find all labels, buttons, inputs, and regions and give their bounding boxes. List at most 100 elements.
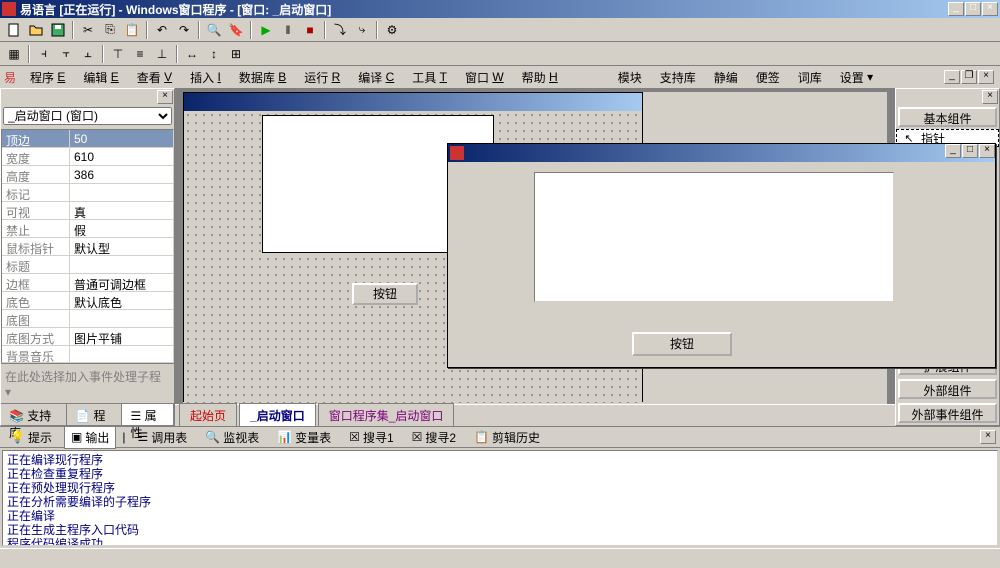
property-value[interactable]: 真 (70, 202, 173, 219)
align-middle-button[interactable]: ≡ (130, 44, 150, 64)
menu-window[interactable]: 窗口 W (457, 67, 512, 88)
property-value[interactable]: 386 (70, 166, 173, 183)
mdi-minimize-button[interactable]: _ (944, 70, 960, 84)
property-row[interactable]: 边框普通可调边框 (2, 274, 173, 292)
property-value[interactable]: 普通可调边框 (70, 274, 173, 291)
output-tab-search1[interactable]: ☒ 搜寻1 (343, 427, 399, 448)
button-control[interactable]: 按钮 (352, 283, 418, 305)
output-tab-watch[interactable]: 🔍 监视表 (199, 427, 265, 448)
menu-notes[interactable]: 便签 (748, 67, 788, 88)
panel-close-button[interactable]: × (157, 90, 173, 104)
running-app-window[interactable]: _ □ × 按钮 (447, 143, 996, 368)
output-console[interactable]: 正在编译现行程序正在检查重复程序正在预处理现行程序正在分析需要编译的子程序正在编… (2, 450, 998, 546)
align-bottom-button[interactable]: ⊥ (152, 44, 172, 64)
property-row[interactable]: 顶边50 (2, 130, 173, 148)
property-row[interactable]: 高度386 (2, 166, 173, 184)
menu-program[interactable]: 程序 E (22, 67, 73, 88)
tab-start-page[interactable]: 起始页 (179, 403, 237, 426)
property-grid[interactable]: 顶边50宽度610高度386标记可视真禁止假鼠标指针默认型标题边框普通可调边框底… (1, 129, 174, 363)
event-hint[interactable]: 在此处选择加入事件处理子程 ▾ (1, 363, 174, 403)
close-button[interactable]: × (982, 2, 998, 16)
property-row[interactable]: 禁止假 (2, 220, 173, 238)
running-titlebar[interactable]: _ □ × (448, 144, 995, 162)
align-center-button[interactable]: ⫟ (56, 44, 76, 64)
property-row[interactable]: 背景音乐 (2, 346, 173, 363)
grid-toggle-button[interactable]: ▦ (4, 44, 24, 64)
output-close-button[interactable]: × (980, 430, 996, 444)
property-row[interactable]: 可视真 (2, 202, 173, 220)
menu-tools[interactable]: 工具 T (404, 67, 455, 88)
property-value[interactable] (70, 256, 173, 273)
menu-insert[interactable]: 插入 I (182, 67, 229, 88)
property-row[interactable]: 宽度610 (2, 148, 173, 166)
property-value[interactable] (70, 346, 173, 363)
property-row[interactable]: 鼠标指针默认型 (2, 238, 173, 256)
open-button[interactable] (26, 20, 46, 40)
tab-support-lib[interactable]: 📚 支持库 (1, 404, 67, 425)
output-tab-output[interactable]: ▣ 输出 (64, 426, 116, 449)
same-size-button[interactable]: ⊞ (226, 44, 246, 64)
undo-button[interactable]: ↶ (152, 20, 172, 40)
same-width-button[interactable]: ↔ (182, 44, 202, 64)
property-row[interactable]: 底色默认底色 (2, 292, 173, 310)
tab-startup-window[interactable]: _启动窗口 (239, 403, 316, 426)
copy-button[interactable]: ⎘ (100, 20, 120, 40)
running-maximize-button[interactable]: □ (962, 144, 978, 158)
menu-view[interactable]: 查看 V (129, 67, 180, 88)
property-value[interactable]: 默认底色 (70, 292, 173, 309)
palette-header-external[interactable]: 外部组件 (898, 379, 997, 399)
property-value[interactable]: 610 (70, 148, 173, 165)
menu-help[interactable]: 帮助 H (514, 67, 566, 88)
run-button[interactable]: ▶ (256, 20, 276, 40)
mdi-restore-button[interactable]: ❐ (961, 70, 977, 84)
output-tab-search2[interactable]: ☒ 搜寻2 (406, 427, 462, 448)
property-value[interactable]: 图片平铺 (70, 328, 173, 345)
property-value[interactable]: 假 (70, 220, 173, 237)
running-button[interactable]: 按钮 (632, 332, 732, 356)
running-textbox[interactable] (534, 172, 894, 302)
paste-button[interactable]: 📋 (122, 20, 142, 40)
new-button[interactable] (4, 20, 24, 40)
step-over-button[interactable]: ⤵ (330, 20, 350, 40)
menu-support-lib[interactable]: 支持库 (652, 67, 704, 88)
output-tab-calltable[interactable]: ☰ 调用表 (131, 427, 193, 448)
align-left-button[interactable]: ⫞ (34, 44, 54, 64)
property-value[interactable] (70, 310, 173, 327)
property-row[interactable]: 标记 (2, 184, 173, 202)
output-tab-vars[interactable]: 📊 变量表 (271, 427, 337, 448)
cut-button[interactable]: ✂ (78, 20, 98, 40)
menu-database[interactable]: 数据库 B (231, 67, 294, 88)
tab-window-procset[interactable]: 窗口程序集_启动窗口 (318, 403, 455, 426)
property-value[interactable]: 默认型 (70, 238, 173, 255)
menu-settings[interactable]: 设置 ▾ (832, 67, 881, 88)
menu-run[interactable]: 运行 R (296, 67, 348, 88)
property-row[interactable]: 标题 (2, 256, 173, 274)
menu-edit[interactable]: 编辑 E (75, 67, 126, 88)
step-into-button[interactable]: ⤷ (352, 20, 372, 40)
palette-close-button[interactable]: × (982, 90, 998, 104)
menu-module[interactable]: 模块 (610, 67, 650, 88)
menu-compile[interactable]: 编译 C (350, 67, 402, 88)
stop-button[interactable]: ■ (300, 20, 320, 40)
object-selector[interactable]: _启动窗口 (窗口) (3, 107, 172, 127)
menu-static-compile[interactable]: 静编 (706, 67, 746, 88)
property-value[interactable] (70, 184, 173, 201)
property-row[interactable]: 底图 (2, 310, 173, 328)
bookmark-button[interactable]: 🔖 (226, 20, 246, 40)
minimize-button[interactable]: _ (948, 2, 964, 16)
mdi-close-button[interactable]: × (978, 70, 994, 84)
save-button[interactable] (48, 20, 68, 40)
palette-header-events[interactable]: 外部事件组件 (898, 403, 997, 423)
tab-properties[interactable]: ☰ 属性 (122, 404, 174, 425)
redo-button[interactable]: ↷ (174, 20, 194, 40)
menu-vocab[interactable]: 词库 (790, 67, 830, 88)
compile-button[interactable]: ⚙ (382, 20, 402, 40)
align-right-button[interactable]: ⫠ (78, 44, 98, 64)
running-minimize-button[interactable]: _ (945, 144, 961, 158)
pause-button[interactable]: ‖ (278, 20, 298, 40)
running-close-button[interactable]: × (979, 144, 995, 158)
align-top-button[interactable]: ⊤ (108, 44, 128, 64)
object-select[interactable]: _启动窗口 (窗口) (3, 107, 172, 125)
find-button[interactable]: 🔍 (204, 20, 224, 40)
property-row[interactable]: 底图方式图片平铺 (2, 328, 173, 346)
